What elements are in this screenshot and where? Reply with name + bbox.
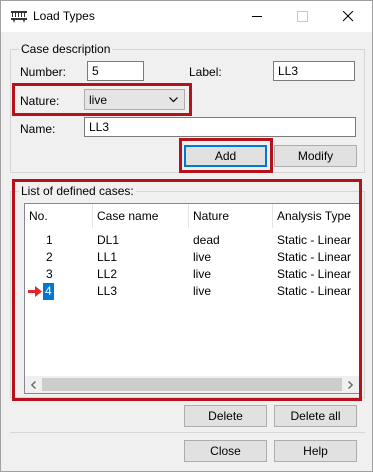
chevron-down-icon [169, 97, 178, 103]
close-window-button[interactable] [326, 1, 372, 32]
table-row[interactable]: 1 DL1 dead Static - Linear [25, 232, 359, 249]
cell-analysis-type: Static - Linear [277, 250, 352, 264]
cell-no: 1 [46, 233, 53, 247]
help-button[interactable]: Help [274, 440, 357, 462]
table-row-selected[interactable]: 4 LL3 live Static - Linear [25, 283, 359, 300]
cell-nature: live [193, 250, 212, 264]
nature-dropdown[interactable]: live [84, 89, 185, 110]
close-button[interactable]: Close [184, 440, 267, 462]
minimize-icon [252, 16, 262, 17]
case-description-label: Case description [19, 42, 113, 56]
cell-analysis-type: Static - Linear [277, 267, 352, 281]
delete-button[interactable]: Delete [184, 405, 267, 427]
modify-button[interactable]: Modify [274, 145, 357, 167]
defined-cases-label: List of defined cases: [19, 184, 136, 198]
scroll-left-button[interactable] [25, 376, 42, 393]
cell-case-name: LL3 [97, 284, 118, 298]
table-row[interactable]: 2 LL1 live Static - Linear [25, 249, 359, 266]
cell-case-name: DL1 [97, 233, 120, 247]
cell-nature: live [193, 267, 212, 281]
cell-nature: live [193, 284, 212, 298]
footer-divider [10, 432, 365, 433]
title-bar[interactable]: Load Types [1, 1, 372, 32]
cell-case-name: LL2 [97, 267, 118, 281]
column-header-analysis-type[interactable]: Analysis Type [273, 204, 359, 228]
cell-case-name: LL1 [97, 250, 118, 264]
cell-no: 2 [46, 250, 53, 264]
window-title: Load Types [33, 9, 95, 23]
scroll-thumb[interactable] [42, 378, 342, 391]
label-field[interactable]: LL3 [273, 61, 355, 81]
add-button[interactable]: Add [184, 145, 267, 167]
minimize-button[interactable] [235, 1, 281, 32]
name-field[interactable]: LL3 [84, 117, 356, 137]
number-field[interactable]: 5 [87, 61, 144, 81]
load-types-dialog: Load Types Case description Number: 5 La… [0, 0, 373, 472]
maximize-button [280, 1, 326, 32]
column-header-nature[interactable]: Nature [189, 204, 273, 228]
cell-no: 3 [46, 267, 53, 281]
scroll-right-icon [348, 381, 353, 389]
delete-all-button[interactable]: Delete all [274, 405, 357, 427]
cell-no: 4 [43, 283, 54, 300]
defined-cases-list[interactable]: No. Case name Nature Analysis Type 1 DL1… [24, 203, 360, 394]
scroll-left-icon [31, 381, 36, 389]
cell-nature: dead [193, 233, 220, 247]
list-header: No. Case name Nature Analysis Type [25, 204, 359, 228]
nature-selected-value: live [89, 93, 108, 107]
cell-analysis-type: Static - Linear [277, 233, 352, 247]
horizontal-scrollbar[interactable] [25, 376, 359, 393]
table-row[interactable]: 3 LL2 live Static - Linear [25, 266, 359, 283]
load-types-app-icon [11, 11, 27, 23]
cell-analysis-type: Static - Linear [277, 284, 352, 298]
label-label: Label: [189, 65, 222, 79]
name-label: Name: [20, 122, 56, 136]
close-icon [343, 11, 354, 22]
nature-label: Nature: [20, 94, 60, 108]
maximize-icon [297, 11, 308, 22]
column-header-no[interactable]: No. [25, 204, 93, 228]
number-label: Number: [20, 65, 67, 79]
column-header-case-name[interactable]: Case name [93, 204, 189, 228]
red-arrow-icon [28, 286, 42, 297]
scroll-right-button[interactable] [342, 376, 359, 393]
